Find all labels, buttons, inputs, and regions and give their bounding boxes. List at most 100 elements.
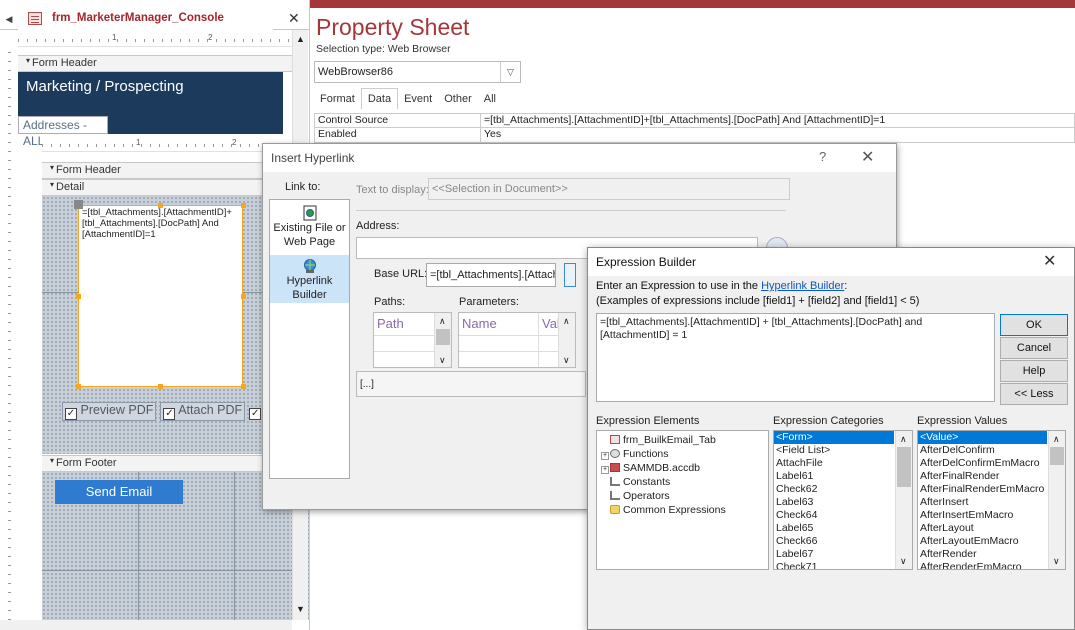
- close-tab-icon[interactable]: ✕: [288, 10, 300, 27]
- expression-value-item[interactable]: AfterDelConfirmEmMacro: [918, 457, 1065, 470]
- form-header-bar[interactable]: Form Header: [18, 55, 292, 72]
- expression-value-item[interactable]: AfterFinalRenderEmMacro: [918, 483, 1065, 496]
- tab-event[interactable]: Event: [398, 89, 439, 109]
- resize-handle[interactable]: [76, 294, 81, 299]
- expression-textarea[interactable]: =[tbl_Attachments].[AttachmentID] + [tbl…: [596, 313, 995, 402]
- resize-handle[interactable]: [241, 203, 246, 208]
- header-title[interactable]: Marketing / Prospecting: [26, 78, 184, 95]
- resize-handle[interactable]: [76, 384, 81, 389]
- resize-handle[interactable]: [241, 384, 246, 389]
- tab-all[interactable]: All: [477, 89, 502, 109]
- control-selector-dropdown[interactable]: WebBrowser86 ▽: [314, 61, 521, 83]
- expression-category-item[interactable]: Check71: [774, 561, 912, 569]
- expression-element-item[interactable]: Operators: [597, 489, 768, 503]
- expression-element-item[interactable]: Common Expressions: [597, 503, 768, 517]
- categories-scrollbar[interactable]: ∧ ∨: [895, 431, 912, 569]
- scroll-down-icon[interactable]: ∨: [900, 556, 907, 567]
- expression-value-item[interactable]: AfterInsertEmMacro: [918, 509, 1065, 522]
- dialog-titlebar[interactable]: Insert Hyperlink ? ✕: [263, 144, 896, 172]
- close-icon[interactable]: ✕: [1043, 251, 1056, 271]
- link-hyperlink-builder-option[interactable]: Hyperlink Builder: [270, 255, 349, 303]
- expression-element-item[interactable]: frm_BuilkEmail_Tab: [597, 433, 768, 447]
- resize-handle[interactable]: [158, 384, 163, 389]
- property-row[interactable]: Control Source =[tbl_Attachments].[Attac…: [314, 113, 1075, 128]
- scroll-up-icon[interactable]: ▲: [296, 34, 305, 44]
- scroll-up-icon[interactable]: ∧: [1053, 434, 1060, 445]
- expression-category-item[interactable]: Label67: [774, 548, 912, 561]
- expression-category-item[interactable]: Check64: [774, 509, 912, 522]
- send-email-button[interactable]: Send Email: [55, 480, 183, 504]
- partial-checkbox[interactable]: ✓: [249, 403, 262, 420]
- scroll-thumb[interactable]: [897, 447, 911, 487]
- web-browser-control[interactable]: =[tbl_Attachments].[AttachmentID]+[tbl_A…: [78, 205, 243, 387]
- property-value[interactable]: =[tbl_Attachments].[AttachmentID]+[tbl_A…: [481, 114, 1074, 127]
- hyperlink-builder-link[interactable]: Hyperlink Builder: [761, 280, 844, 292]
- expression-elements-tree[interactable]: frm_BuilkEmail_Tab + Functions + SAMMDB.accd…: [596, 430, 769, 570]
- expression-category-item[interactable]: <Field List>: [774, 444, 912, 457]
- attach-pdf-checkbox[interactable]: ✓ Attach PDF: [160, 402, 246, 421]
- paths-grid[interactable]: Path ∧ ∨: [373, 312, 452, 368]
- less-button[interactable]: << Less: [1000, 383, 1068, 405]
- expression-values-list[interactable]: <Value> AfterDelConfirm AfterDelConfirmEmM…: [917, 430, 1066, 570]
- expression-category-item[interactable]: Label65: [774, 522, 912, 535]
- expression-value-item[interactable]: AfterDelConfirm: [918, 444, 1065, 457]
- scroll-down-icon[interactable]: ∨: [439, 355, 446, 366]
- close-icon[interactable]: ✕: [861, 147, 874, 167]
- expression-categories-list[interactable]: <Form> <Field List> AttachFile Label61 Check…: [773, 430, 913, 570]
- tab-data[interactable]: Data: [360, 88, 399, 109]
- expression-category-item[interactable]: AttachFile: [774, 457, 912, 470]
- dialog-titlebar[interactable]: Expression Builder ✕: [588, 248, 1074, 276]
- expression-element-item[interactable]: + Functions: [597, 447, 768, 461]
- help-icon[interactable]: ?: [819, 149, 826, 164]
- form-document-tab[interactable]: frm_MarketerManager_Console: [18, 8, 273, 30]
- expression-category-item[interactable]: <Form>: [774, 431, 894, 444]
- expression-value-item[interactable]: AfterRenderEmMacro: [918, 561, 1065, 569]
- resize-handle[interactable]: [241, 294, 246, 299]
- scroll-up-icon[interactable]: ∧: [563, 316, 570, 327]
- expression-value-item[interactable]: AfterInsert: [918, 496, 1065, 509]
- resize-handle[interactable]: [158, 203, 163, 208]
- scroll-down-icon[interactable]: ∨: [563, 355, 570, 366]
- values-scrollbar[interactable]: ∧ ∨: [1048, 431, 1065, 569]
- tab-other[interactable]: Other: [438, 89, 478, 109]
- expression-category-item[interactable]: Check62: [774, 483, 912, 496]
- base-url-input[interactable]: =[tbl_Attachments].[AttachmentID]: [426, 263, 556, 287]
- cancel-button[interactable]: Cancel: [1000, 337, 1068, 359]
- parameters-grid[interactable]: Name Val ∧ ∨: [458, 312, 576, 368]
- subform-header-bar[interactable]: Form Header: [42, 162, 292, 179]
- detail-bar[interactable]: Detail: [42, 179, 292, 196]
- tab-scroll-left-icon[interactable]: ◀: [0, 8, 18, 30]
- expression-value-item[interactable]: AfterRender: [918, 548, 1065, 561]
- preview-pdf-checkbox[interactable]: ✓ Preview PDF: [62, 402, 157, 421]
- ok-button[interactable]: OK: [1000, 314, 1068, 336]
- help-button[interactable]: Help: [1000, 360, 1068, 382]
- expression-element-item[interactable]: + SAMMDB.accdb: [597, 461, 768, 475]
- chevron-down-icon[interactable]: ▽: [500, 62, 520, 82]
- design-horizontal-scrollbar[interactable]: [0, 620, 292, 630]
- parameters-scrollbar[interactable]: ∧ ∨: [558, 313, 575, 367]
- expression-value-item[interactable]: <Value>: [918, 431, 1047, 444]
- scroll-thumb[interactable]: [436, 329, 450, 345]
- base-url-builder-button[interactable]: [564, 263, 576, 287]
- expression-value-item[interactable]: AfterLayoutEmMacro: [918, 535, 1065, 548]
- scroll-down-icon[interactable]: ▼: [296, 604, 305, 614]
- property-value[interactable]: Yes: [481, 128, 1074, 142]
- expression-element-item[interactable]: Constants: [597, 475, 768, 489]
- text-to-display-input[interactable]: <<Selection in Document>>: [428, 178, 790, 200]
- expression-value-item[interactable]: AfterFinalRender: [918, 470, 1065, 483]
- expression-category-item[interactable]: Label63: [774, 496, 912, 509]
- expression-category-item[interactable]: Label61: [774, 470, 912, 483]
- scroll-down-icon[interactable]: ∨: [1053, 556, 1060, 567]
- tab-format[interactable]: Format: [314, 89, 361, 109]
- scroll-up-icon[interactable]: ∧: [439, 316, 446, 327]
- paths-scrollbar[interactable]: ∧ ∨: [434, 313, 451, 367]
- scroll-thumb[interactable]: [1050, 447, 1064, 465]
- link-existing-file-option[interactable]: Existing File or Web Page: [270, 202, 349, 252]
- expression-value-item[interactable]: AfterLayout: [918, 522, 1065, 535]
- tree-expand-icon[interactable]: +: [601, 466, 609, 474]
- scroll-up-icon[interactable]: ∧: [900, 434, 907, 445]
- form-footer-bar[interactable]: Form Footer: [42, 455, 292, 472]
- move-handle[interactable]: [74, 200, 83, 209]
- header-subtitle[interactable]: Addresses - ALL: [18, 116, 108, 148]
- expression-category-item[interactable]: Check66: [774, 535, 912, 548]
